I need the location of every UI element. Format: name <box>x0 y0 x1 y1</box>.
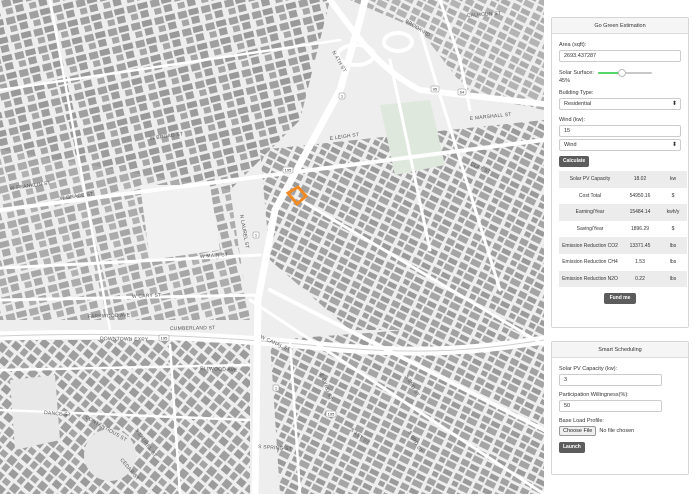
street-label: DOWNTOWN EXPY <box>100 336 149 343</box>
building-type-value: Residential <box>564 101 592 107</box>
result-unit: lbs <box>669 259 677 266</box>
result-unit: kw <box>659 171 687 188</box>
fund-me-button[interactable]: Fund me <box>603 293 637 305</box>
result-value: 1896.29 <box>630 226 650 233</box>
result-row: Saving/Year 1896.29 $ <box>559 221 687 238</box>
result-unit: $ <box>671 192 675 199</box>
result-value: 1.53 <box>635 259 645 266</box>
result-row: Solar PV Capacity 18.02 kw <box>559 171 687 188</box>
no-file-text: No file chosen <box>599 428 635 434</box>
result-name: Emission Reduction N2O <box>559 270 621 288</box>
launch-button[interactable]: Launch <box>559 442 585 453</box>
result-unit: $ <box>671 226 675 233</box>
solar-surface-slider[interactable] <box>597 69 652 77</box>
base-load-label: Base Load Profile: <box>559 418 604 424</box>
route-shield: 195 <box>282 166 294 174</box>
participation-label: Participation Willingness(%): <box>559 392 629 398</box>
chevron-updown-icon: ⬍ <box>671 142 677 148</box>
result-value: 0.22 <box>621 270 659 288</box>
svg-text:195: 195 <box>161 336 168 341</box>
result-row: Emission Reduction CO2 13371.45 lbs <box>559 237 687 254</box>
go-green-title: Go Green Estimation <box>552 18 688 34</box>
result-row: Earning/Year 15484.14 kwh/y <box>559 204 687 221</box>
result-name: Solar PV Capacity <box>559 171 621 188</box>
result-value: 54950.16 <box>629 192 651 199</box>
smart-scheduling-panel: Smart Scheduling Solar PV Capacity (kw):… <box>551 341 689 475</box>
map-svg[interactable]: 1 1 95 64 195 1 195 195 BROOK RD W BROAD… <box>0 0 544 494</box>
participation-input[interactable]: 50 <box>559 400 662 412</box>
result-name: Saving/Year <box>576 226 604 233</box>
route-shield: 1 <box>338 92 346 100</box>
result-unit: lbs <box>659 270 687 288</box>
result-name: Cost Total <box>578 192 602 199</box>
result-name: Earning/Year <box>559 204 621 221</box>
route-shield: 64 <box>457 88 467 96</box>
result-unit: kwh/y <box>659 204 687 221</box>
solar-surface-percent: 45% <box>559 78 571 84</box>
result-value: 15484.14 <box>621 204 659 221</box>
result-row: Emission Reduction CH4 1.53 lbs <box>559 254 687 271</box>
result-name: Emission Reduction CO2 <box>559 237 621 254</box>
capacity-label: Solar PV Capacity (kw): <box>559 366 618 372</box>
capacity-input[interactable]: 3 <box>559 374 662 386</box>
building-type-select[interactable]: Residential ⬍ <box>559 98 681 110</box>
choose-file-button[interactable]: Choose File <box>559 426 597 436</box>
wind-input[interactable]: 15 <box>559 125 681 137</box>
solar-surface-label: Solar Surface: <box>559 70 594 76</box>
svg-text:195: 195 <box>328 412 335 417</box>
result-row: Cost Total 54950.16 $ <box>559 188 687 205</box>
route-shield: 195 <box>325 410 337 418</box>
building-type-label: Building Type: <box>559 90 594 96</box>
map-canvas[interactable]: 1 1 95 64 195 1 195 195 BROOK RD W BROAD… <box>0 0 544 494</box>
result-value: 18.02 <box>621 171 659 188</box>
route-shield: 95 <box>430 85 440 93</box>
wind-select-value: Wind <box>564 142 577 148</box>
area-label: Area (sqft): <box>559 42 587 48</box>
result-unit: lbs <box>659 237 687 254</box>
svg-text:64: 64 <box>460 90 465 95</box>
results-table: Solar PV Capacity 18.02 kw Cost Total 54950.… <box>559 171 687 288</box>
route-shield: 1 <box>272 384 280 392</box>
calculate-button[interactable]: Calculate <box>559 156 590 167</box>
svg-text:195: 195 <box>285 168 292 173</box>
go-green-panel: Go Green Estimation Area (sqft): 2693.43… <box>551 17 689 328</box>
chevron-updown-icon: ⬍ <box>671 101 677 107</box>
route-shield: 195 <box>158 334 170 342</box>
area-input[interactable]: 2693.437287 <box>559 50 681 62</box>
wind-select[interactable]: Wind ⬍ <box>559 139 681 151</box>
smart-scheduling-title: Smart Scheduling <box>552 342 688 358</box>
result-row: Emission Reduction N2O 0.22 lbs <box>559 270 687 288</box>
result-value: 13371.45 <box>621 237 659 254</box>
svg-text:95: 95 <box>433 87 438 92</box>
street-label: CUMBERLAND ST <box>170 325 215 332</box>
result-name: Emission Reduction CH4 <box>562 259 618 266</box>
wind-label: Wind (kw): <box>559 117 585 123</box>
route-shield: 1 <box>252 231 260 239</box>
slider-thumb[interactable] <box>618 69 627 77</box>
